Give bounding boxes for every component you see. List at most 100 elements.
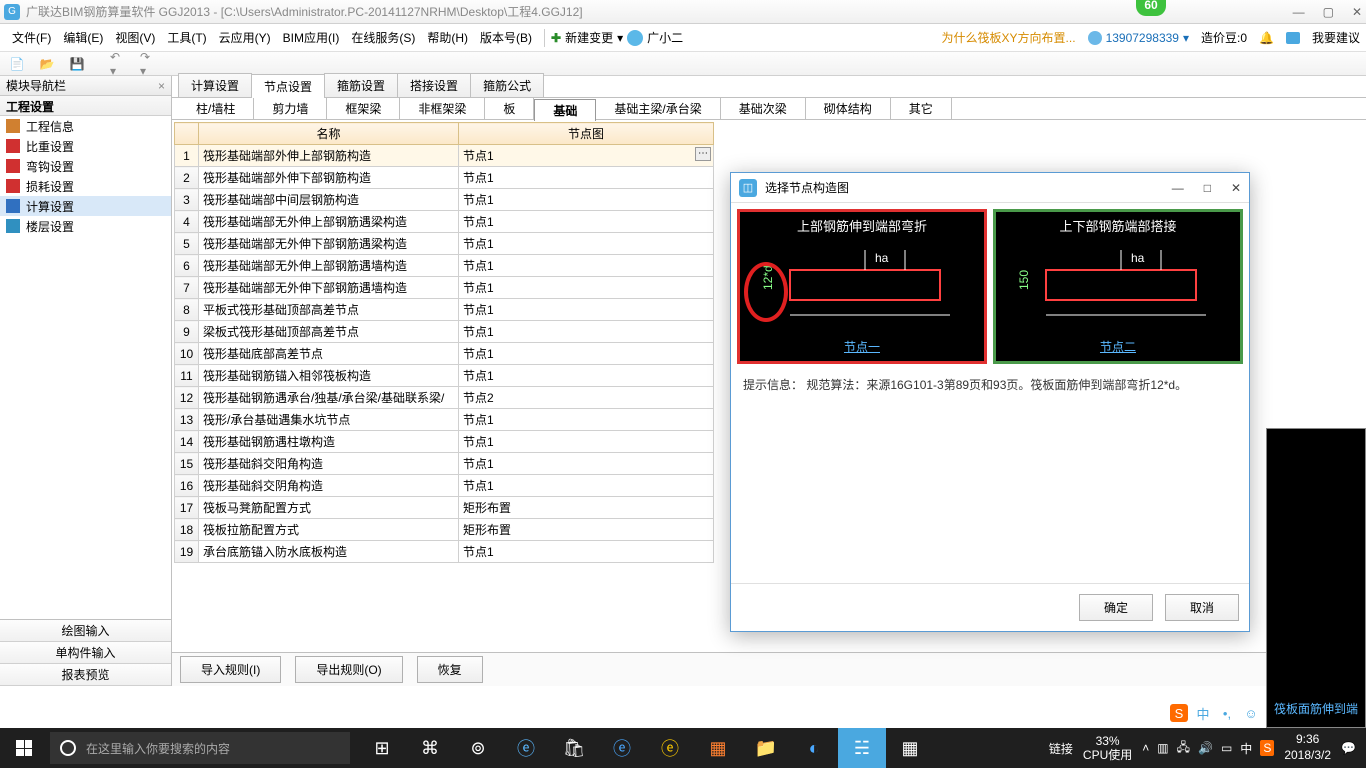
menu-item[interactable]: 编辑(E): [57, 29, 109, 47]
ime-sogou-icon[interactable]: S: [1170, 704, 1188, 722]
tray-link[interactable]: 链接: [1049, 740, 1073, 757]
taskview-icon[interactable]: ⊞: [358, 728, 406, 768]
table-row[interactable]: 16筏形基础斜交阴角构造节点1: [175, 475, 714, 497]
maximize-button[interactable]: ▢: [1323, 5, 1334, 19]
menu-item[interactable]: 视图(V): [109, 29, 161, 47]
table-row[interactable]: 14筏形基础钢筋遇柱墩构造节点1: [175, 431, 714, 453]
action-center-icon[interactable]: 💬: [1341, 741, 1356, 755]
nav-item[interactable]: 计算设置: [0, 196, 171, 216]
store-icon[interactable]: 🛍: [550, 728, 598, 768]
tray-gpu-icon[interactable]: ▥: [1157, 741, 1168, 755]
node-option-2[interactable]: 上下部钢筋端部搭接 ha 150 节点二: [993, 209, 1243, 364]
menu-item[interactable]: 在线服务(S): [345, 29, 421, 47]
tray-ime[interactable]: 中: [1240, 740, 1252, 757]
table-row[interactable]: 13筏形/承台基础遇集水坑节点节点1: [175, 409, 714, 431]
tray-clock[interactable]: 9:36 2018/3/2: [1284, 732, 1331, 763]
table-row[interactable]: 8平板式筏形基础顶部高差节点节点1: [175, 299, 714, 321]
cell-value[interactable]: 节点1: [459, 277, 714, 299]
menu-item[interactable]: 版本号(B): [474, 29, 538, 47]
cell-value[interactable]: 节点2: [459, 387, 714, 409]
nav-bottom-item[interactable]: 绘图输入: [0, 620, 171, 642]
table-row[interactable]: 10筏形基础底部高差节点节点1: [175, 343, 714, 365]
new-icon[interactable]: 📄: [8, 55, 26, 73]
table-row[interactable]: 5筏形基础端部无外伸下部钢筋遇梁构造节点1: [175, 233, 714, 255]
ime-smile-icon[interactable]: ☺: [1242, 704, 1260, 722]
another-icon[interactable]: ▦: [886, 728, 934, 768]
menu-item[interactable]: 帮助(H): [421, 29, 474, 47]
menu-item[interactable]: 工具(T): [161, 29, 212, 47]
cell-ellipsis-button[interactable]: ⋯: [695, 147, 711, 161]
tab-level2[interactable]: 非框架梁: [400, 98, 485, 119]
dialog-cancel-button[interactable]: 取消: [1165, 594, 1239, 621]
cell-value[interactable]: 节点1: [459, 255, 714, 277]
ie-icon[interactable]: ⓔ: [502, 728, 550, 768]
tab-level1[interactable]: 搭接设置: [397, 73, 471, 97]
ie2-icon[interactable]: ⓔ: [646, 728, 694, 768]
nav-bottom-item[interactable]: 报表预览: [0, 664, 171, 686]
table-row[interactable]: 19承台底筋锚入防水底板构造节点1: [175, 541, 714, 563]
box-icon[interactable]: ▦: [694, 728, 742, 768]
cell-value[interactable]: 矩形布置: [459, 497, 714, 519]
cell-value[interactable]: 节点1: [459, 409, 714, 431]
bell-icon[interactable]: 🔔: [1259, 31, 1274, 45]
ggj-icon[interactable]: ☵: [838, 728, 886, 768]
tab-level1[interactable]: 箍筋公式: [470, 73, 544, 97]
cell-value[interactable]: 节点1: [459, 167, 714, 189]
cell-value[interactable]: 节点1: [459, 453, 714, 475]
node-option-1[interactable]: 上部钢筋伸到端部弯折 ha 12*d 节点一: [737, 209, 987, 364]
nav-item[interactable]: 损耗设置: [0, 176, 171, 196]
table-row[interactable]: 11筏形基础钢筋锚入相邻筏板构造节点1: [175, 365, 714, 387]
menu-item[interactable]: 文件(F): [6, 29, 57, 47]
nav-bottom-item[interactable]: 单构件输入: [0, 642, 171, 664]
menu-item[interactable]: BIM应用(I): [277, 29, 346, 47]
browser-icon[interactable]: ◐: [790, 728, 838, 768]
tab-level2[interactable]: 砌体结构: [806, 98, 891, 119]
table-row[interactable]: 17筏板马凳筋配置方式矩形布置: [175, 497, 714, 519]
user-phone[interactable]: 13907298339 ▾: [1088, 31, 1189, 45]
tab-level1[interactable]: 箍筋设置: [324, 73, 398, 97]
cell-value[interactable]: 节点1: [459, 431, 714, 453]
cell-value[interactable]: 矩形布置: [459, 519, 714, 541]
dialog-minimize[interactable]: —: [1172, 181, 1184, 195]
close-button[interactable]: ✕: [1352, 5, 1362, 19]
tab-level2[interactable]: 基础次梁: [721, 98, 806, 119]
action-button[interactable]: 导出规则(O): [295, 656, 402, 683]
action-button[interactable]: 导入规则(I): [180, 656, 281, 683]
dialog-maximize[interactable]: □: [1204, 181, 1211, 195]
table-row[interactable]: 18筏板拉筋配置方式矩形布置: [175, 519, 714, 541]
action-button[interactable]: 恢复: [417, 656, 483, 683]
edge-icon[interactable]: ⓔ: [598, 728, 646, 768]
nav-item[interactable]: 比重设置: [0, 136, 171, 156]
open-icon[interactable]: 📂: [38, 55, 56, 73]
tab-level2[interactable]: 框架梁: [327, 98, 400, 119]
message-icon[interactable]: [1286, 32, 1300, 44]
app-icon-2[interactable]: ⊚: [454, 728, 502, 768]
table-row[interactable]: 4筏形基础端部无外伸上部钢筋遇梁构造节点1: [175, 211, 714, 233]
new-change-button[interactable]: ✚ 新建变更 ▾: [551, 29, 623, 46]
taskbar-search[interactable]: 在这里输入你要搜索的内容: [50, 732, 350, 764]
tab-level2[interactable]: 其它: [891, 98, 952, 119]
tab-level2[interactable]: 板: [485, 98, 534, 119]
cell-value[interactable]: 节点1: [459, 343, 714, 365]
table-row[interactable]: 6筏形基础端部无外伸上部钢筋遇墙构造节点1: [175, 255, 714, 277]
table-row[interactable]: 2筏形基础端部外伸下部钢筋构造节点1: [175, 167, 714, 189]
cell-value[interactable]: 节点1: [459, 189, 714, 211]
redo-icon[interactable]: ↷ ▾: [140, 55, 158, 73]
tray-net-icon[interactable]: 🖧: [1177, 738, 1190, 759]
tab-level1[interactable]: 节点设置: [251, 74, 325, 98]
nav-item[interactable]: 楼层设置: [0, 216, 171, 236]
tray-up-icon[interactable]: ˄: [1142, 741, 1149, 755]
tab-level2[interactable]: 基础: [534, 99, 596, 121]
undo-icon[interactable]: ↶ ▾: [110, 55, 128, 73]
tray-sogou-icon[interactable]: S: [1260, 740, 1274, 756]
table-row[interactable]: 12筏形基础钢筋遇承台/独基/承台梁/基础联系梁/节点2: [175, 387, 714, 409]
tab-level2[interactable]: 柱/墙柱: [178, 98, 254, 119]
cell-value[interactable]: 节点1: [459, 321, 714, 343]
cell-value[interactable]: 节点1: [459, 299, 714, 321]
tab-level2[interactable]: 剪力墙: [254, 98, 327, 119]
nav-close-icon[interactable]: ×: [158, 79, 165, 93]
tray-vol-icon[interactable]: 🔊: [1198, 741, 1213, 755]
dialog-ok-button[interactable]: 确定: [1079, 594, 1153, 621]
cell-value[interactable]: 节点1: [459, 233, 714, 255]
warning-link[interactable]: 为什么筏板XY方向布置...: [942, 29, 1076, 46]
